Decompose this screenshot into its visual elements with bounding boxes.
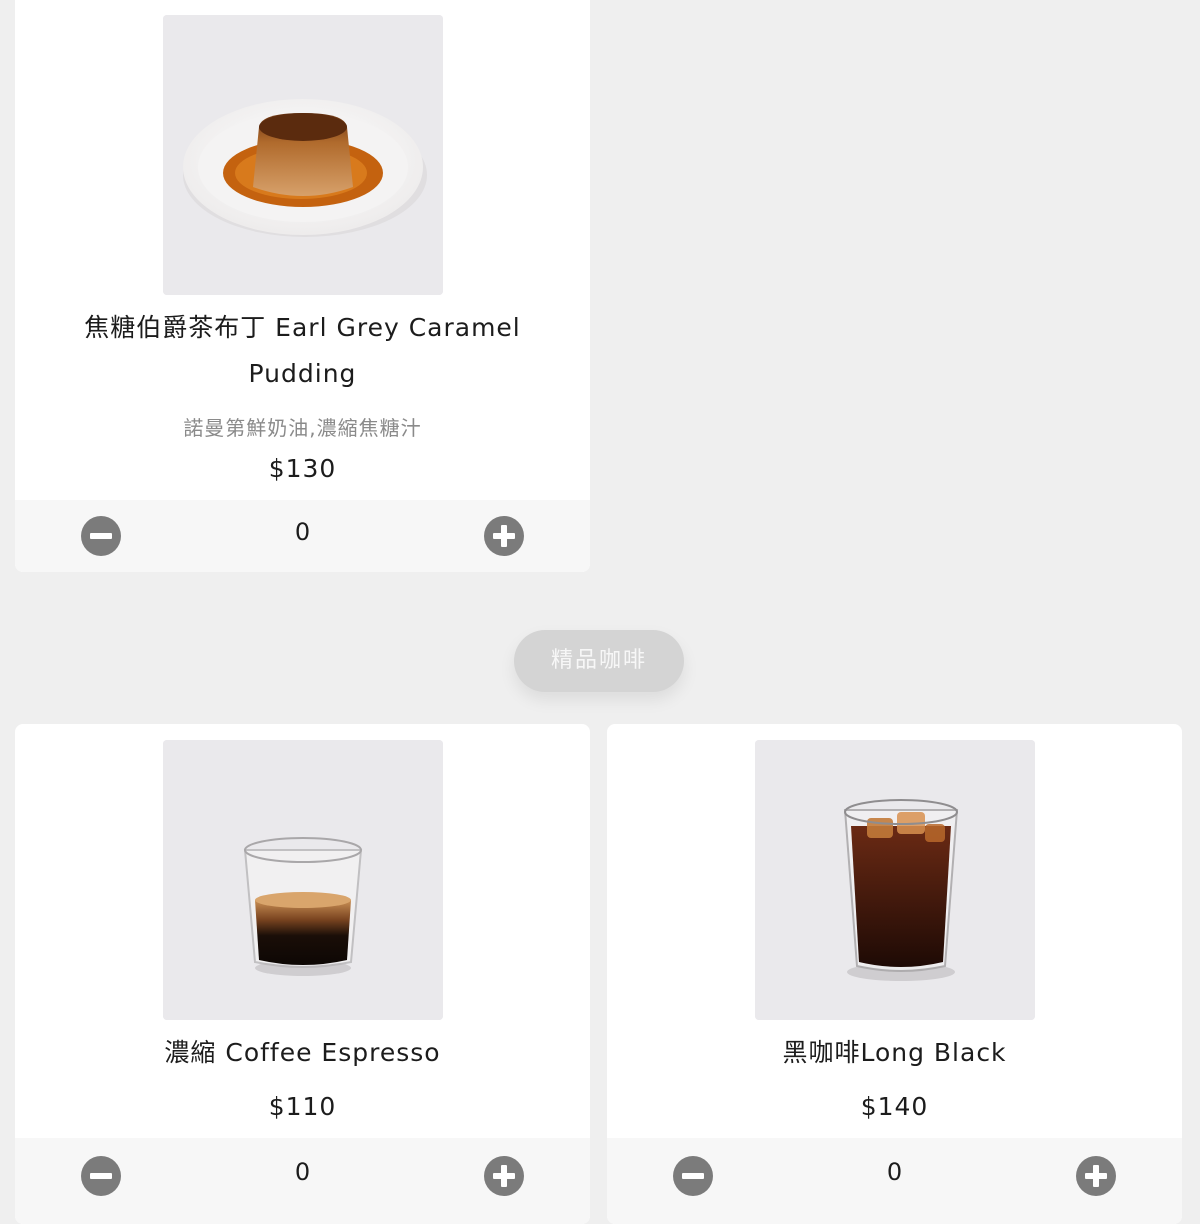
quantity-stepper: 0 bbox=[15, 1138, 590, 1224]
product-title-line2: Pudding bbox=[248, 359, 357, 388]
plus-icon[interactable] bbox=[484, 1156, 524, 1196]
product-price: $140 bbox=[860, 1092, 929, 1121]
product-title-line1: 焦糖伯爵茶布丁 Earl Grey Caramel bbox=[84, 313, 521, 342]
quantity-stepper: 0 bbox=[15, 500, 590, 572]
product-price: $130 bbox=[268, 454, 337, 483]
product-description: 諾曼第鮮奶油,濃縮焦糖汁 bbox=[183, 416, 422, 440]
pudding-photo[interactable] bbox=[163, 15, 443, 295]
plus-icon[interactable] bbox=[1076, 1156, 1116, 1196]
category-pill-specialty-coffee[interactable]: 精品咖啡 bbox=[514, 630, 684, 692]
product-title: 濃縮 Coffee Espresso bbox=[164, 1038, 441, 1067]
product-card-long-black: 黑咖啡Long Black $140 0 bbox=[607, 724, 1182, 1224]
iced-long-black-image bbox=[755, 740, 1035, 1020]
espresso-photo[interactable] bbox=[163, 740, 443, 1020]
product-price: $110 bbox=[268, 1092, 337, 1121]
product-title: 黑咖啡Long Black bbox=[782, 1038, 1007, 1067]
caramel-pudding-image bbox=[163, 15, 443, 295]
long-black-photo[interactable] bbox=[755, 740, 1035, 1020]
espresso-glass-image bbox=[163, 740, 443, 1020]
quantity-stepper: 0 bbox=[607, 1138, 1182, 1224]
product-card-espresso: 濃縮 Coffee Espresso $110 0 bbox=[15, 724, 590, 1224]
plus-icon[interactable] bbox=[484, 516, 524, 556]
product-card-pudding: 焦糖伯爵茶布丁 Earl Grey Caramel Pudding 諾曼第鮮奶油… bbox=[15, 0, 590, 572]
